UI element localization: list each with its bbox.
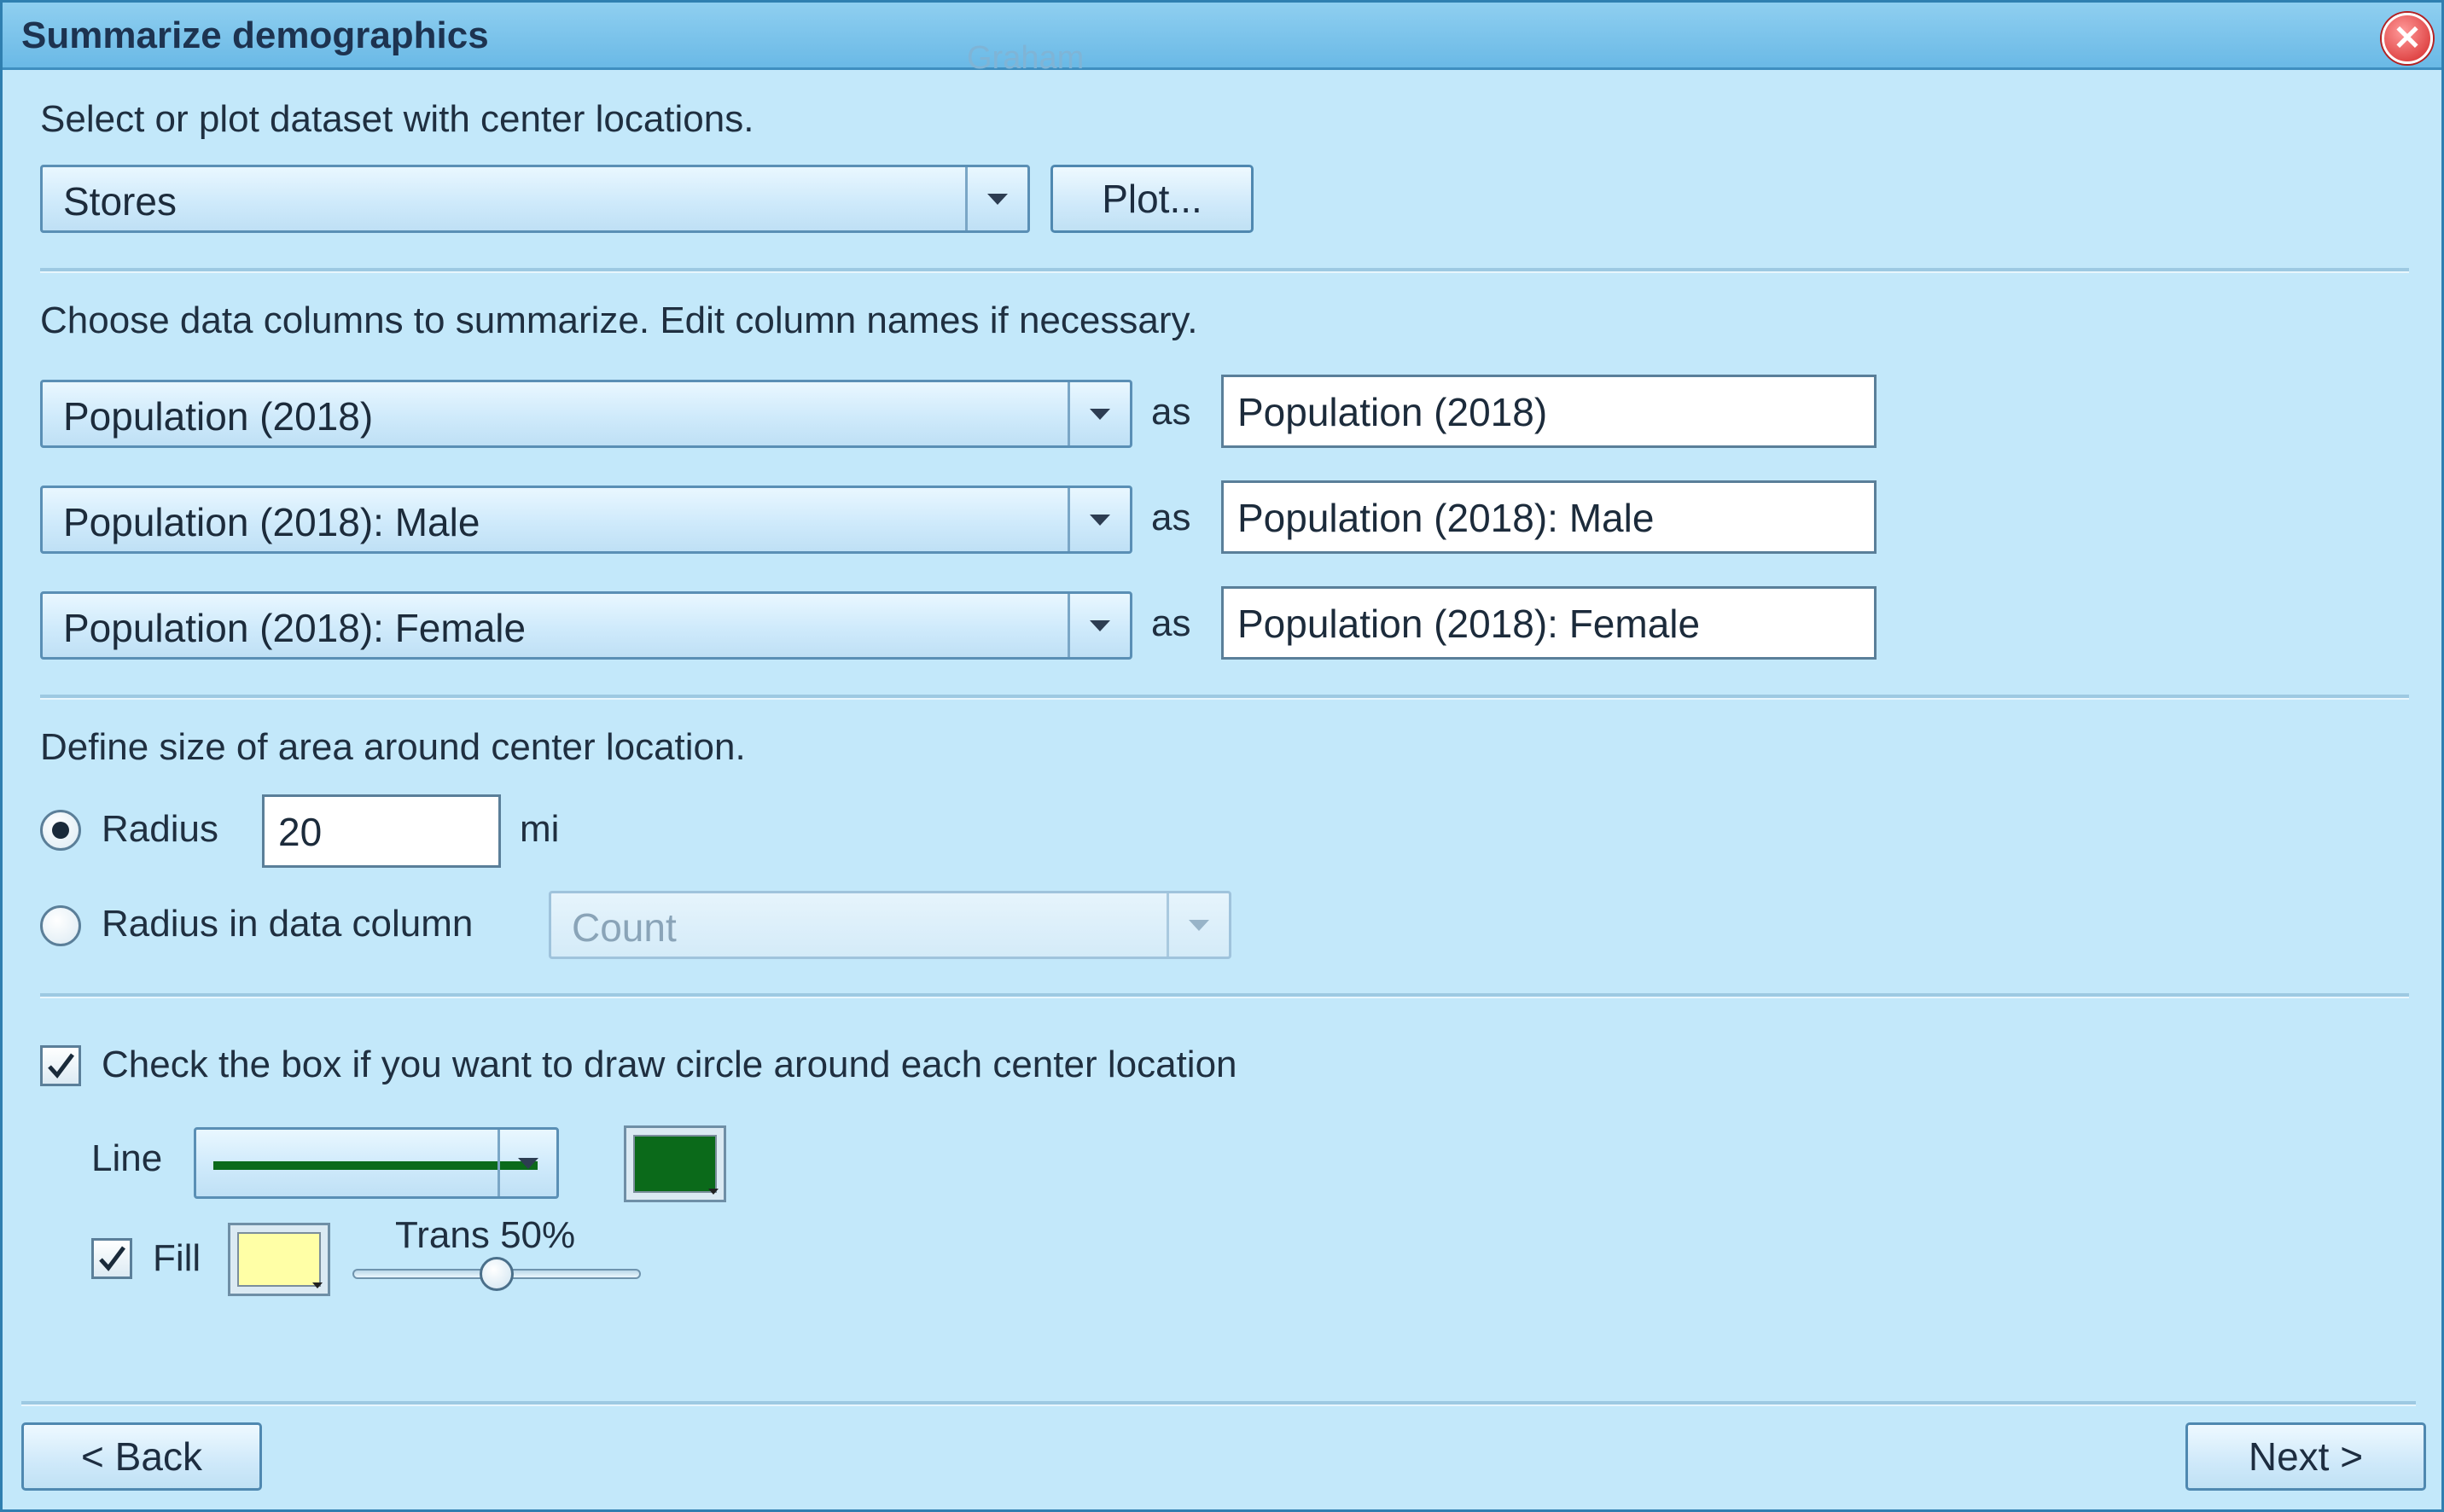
draw-circle-checkbox[interactable] xyxy=(40,1045,81,1086)
divider xyxy=(40,268,2409,273)
radius-data-column-dropdown[interactable]: Count xyxy=(549,891,1231,959)
line-style-arrow[interactable] xyxy=(498,1130,556,1196)
plot-button[interactable]: Plot... xyxy=(1050,165,1254,233)
line-color-swatch[interactable] xyxy=(624,1125,726,1202)
line-style-dropdown[interactable] xyxy=(194,1127,559,1199)
column-dropdown-3[interactable]: Population (2018): Female xyxy=(40,591,1132,660)
radius-unit: mi xyxy=(520,808,560,850)
as-label-1: as xyxy=(1151,391,1191,433)
draw-circle-label: Check the box if you want to draw circle… xyxy=(102,1044,1237,1085)
fill-label: Fill xyxy=(153,1237,201,1279)
line-label: Line xyxy=(91,1137,163,1179)
chevron-down-icon xyxy=(1090,619,1110,631)
radius-data-column-value: Count xyxy=(572,905,677,950)
radio-selected-dot xyxy=(52,822,69,839)
column-dropdown-2-value: Population (2018): Male xyxy=(63,500,480,544)
radius-value: 20 xyxy=(278,810,323,854)
chevron-down-icon xyxy=(518,1157,538,1169)
dataset-dropdown-arrow[interactable] xyxy=(965,167,1027,230)
dataset-instruction: Select or plot dataset with center locat… xyxy=(40,98,754,140)
fill-color-fill xyxy=(237,1232,321,1287)
title-bar: Graham Summarize demographics ✕ xyxy=(3,3,2441,76)
column-alias-1-value: Population (2018) xyxy=(1237,390,1548,434)
chevron-down-icon xyxy=(987,193,1008,205)
transparency-slider-knob[interactable] xyxy=(480,1257,514,1291)
line-style-sample xyxy=(213,1161,538,1170)
column-alias-3-value: Population (2018): Female xyxy=(1237,602,1701,646)
area-instruction: Define size of area around center locati… xyxy=(40,726,746,768)
divider xyxy=(40,695,2409,700)
divider xyxy=(40,993,2409,998)
map-background-label: Graham xyxy=(967,40,1085,76)
line-color-fill xyxy=(633,1135,717,1193)
as-label-2: as xyxy=(1151,497,1191,538)
close-button[interactable]: ✕ xyxy=(2382,13,2433,64)
fill-checkbox[interactable] xyxy=(91,1238,132,1279)
column-dropdown-1[interactable]: Population (2018) xyxy=(40,380,1132,448)
dataset-selected-value: Stores xyxy=(63,179,177,224)
column-dropdown-1-value: Population (2018) xyxy=(63,394,374,439)
checkmark-icon xyxy=(99,1246,125,1271)
as-label-3: as xyxy=(1151,602,1191,644)
close-icon: ✕ xyxy=(2393,20,2422,57)
column-alias-input-1[interactable]: Population (2018) xyxy=(1221,375,1877,448)
radius-label: Radius xyxy=(102,808,218,850)
back-button[interactable]: < Back xyxy=(21,1422,262,1491)
radius-radio[interactable] xyxy=(40,810,81,851)
column-dropdown-2[interactable]: Population (2018): Male xyxy=(40,486,1132,554)
column-dropdown-3-arrow[interactable] xyxy=(1068,594,1130,657)
chevron-down-icon xyxy=(1090,514,1110,526)
chevron-down-icon xyxy=(312,1282,323,1288)
chevron-down-icon xyxy=(1189,919,1209,931)
radius-data-column-arrow[interactable] xyxy=(1167,893,1229,957)
next-button[interactable]: Next > xyxy=(2185,1422,2426,1491)
column-dropdown-2-arrow[interactable] xyxy=(1068,488,1130,551)
chevron-down-icon xyxy=(708,1189,719,1195)
checkmark-icon xyxy=(48,1053,74,1079)
radius-data-column-radio[interactable] xyxy=(40,905,81,946)
dialog-title: Summarize demographics xyxy=(21,15,489,56)
radius-data-column-label: Radius in data column xyxy=(102,903,474,945)
column-alias-input-3[interactable]: Population (2018): Female xyxy=(1221,586,1877,660)
divider xyxy=(21,1401,2416,1406)
fill-color-swatch[interactable] xyxy=(228,1223,330,1296)
column-alias-input-2[interactable]: Population (2018): Male xyxy=(1221,480,1877,554)
transparency-label: Trans 50% xyxy=(395,1214,576,1256)
chevron-down-icon xyxy=(1090,408,1110,420)
summarize-demographics-dialog: Graham Summarize demographics ✕ Select o… xyxy=(0,0,2444,1512)
column-dropdown-1-arrow[interactable] xyxy=(1068,382,1130,445)
column-alias-2-value: Population (2018): Male xyxy=(1237,496,1655,540)
columns-instruction: Choose data columns to summarize. Edit c… xyxy=(40,299,1198,341)
radius-input[interactable]: 20 xyxy=(262,794,501,868)
column-dropdown-3-value: Population (2018): Female xyxy=(63,606,527,650)
dataset-dropdown[interactable]: Stores xyxy=(40,165,1030,233)
